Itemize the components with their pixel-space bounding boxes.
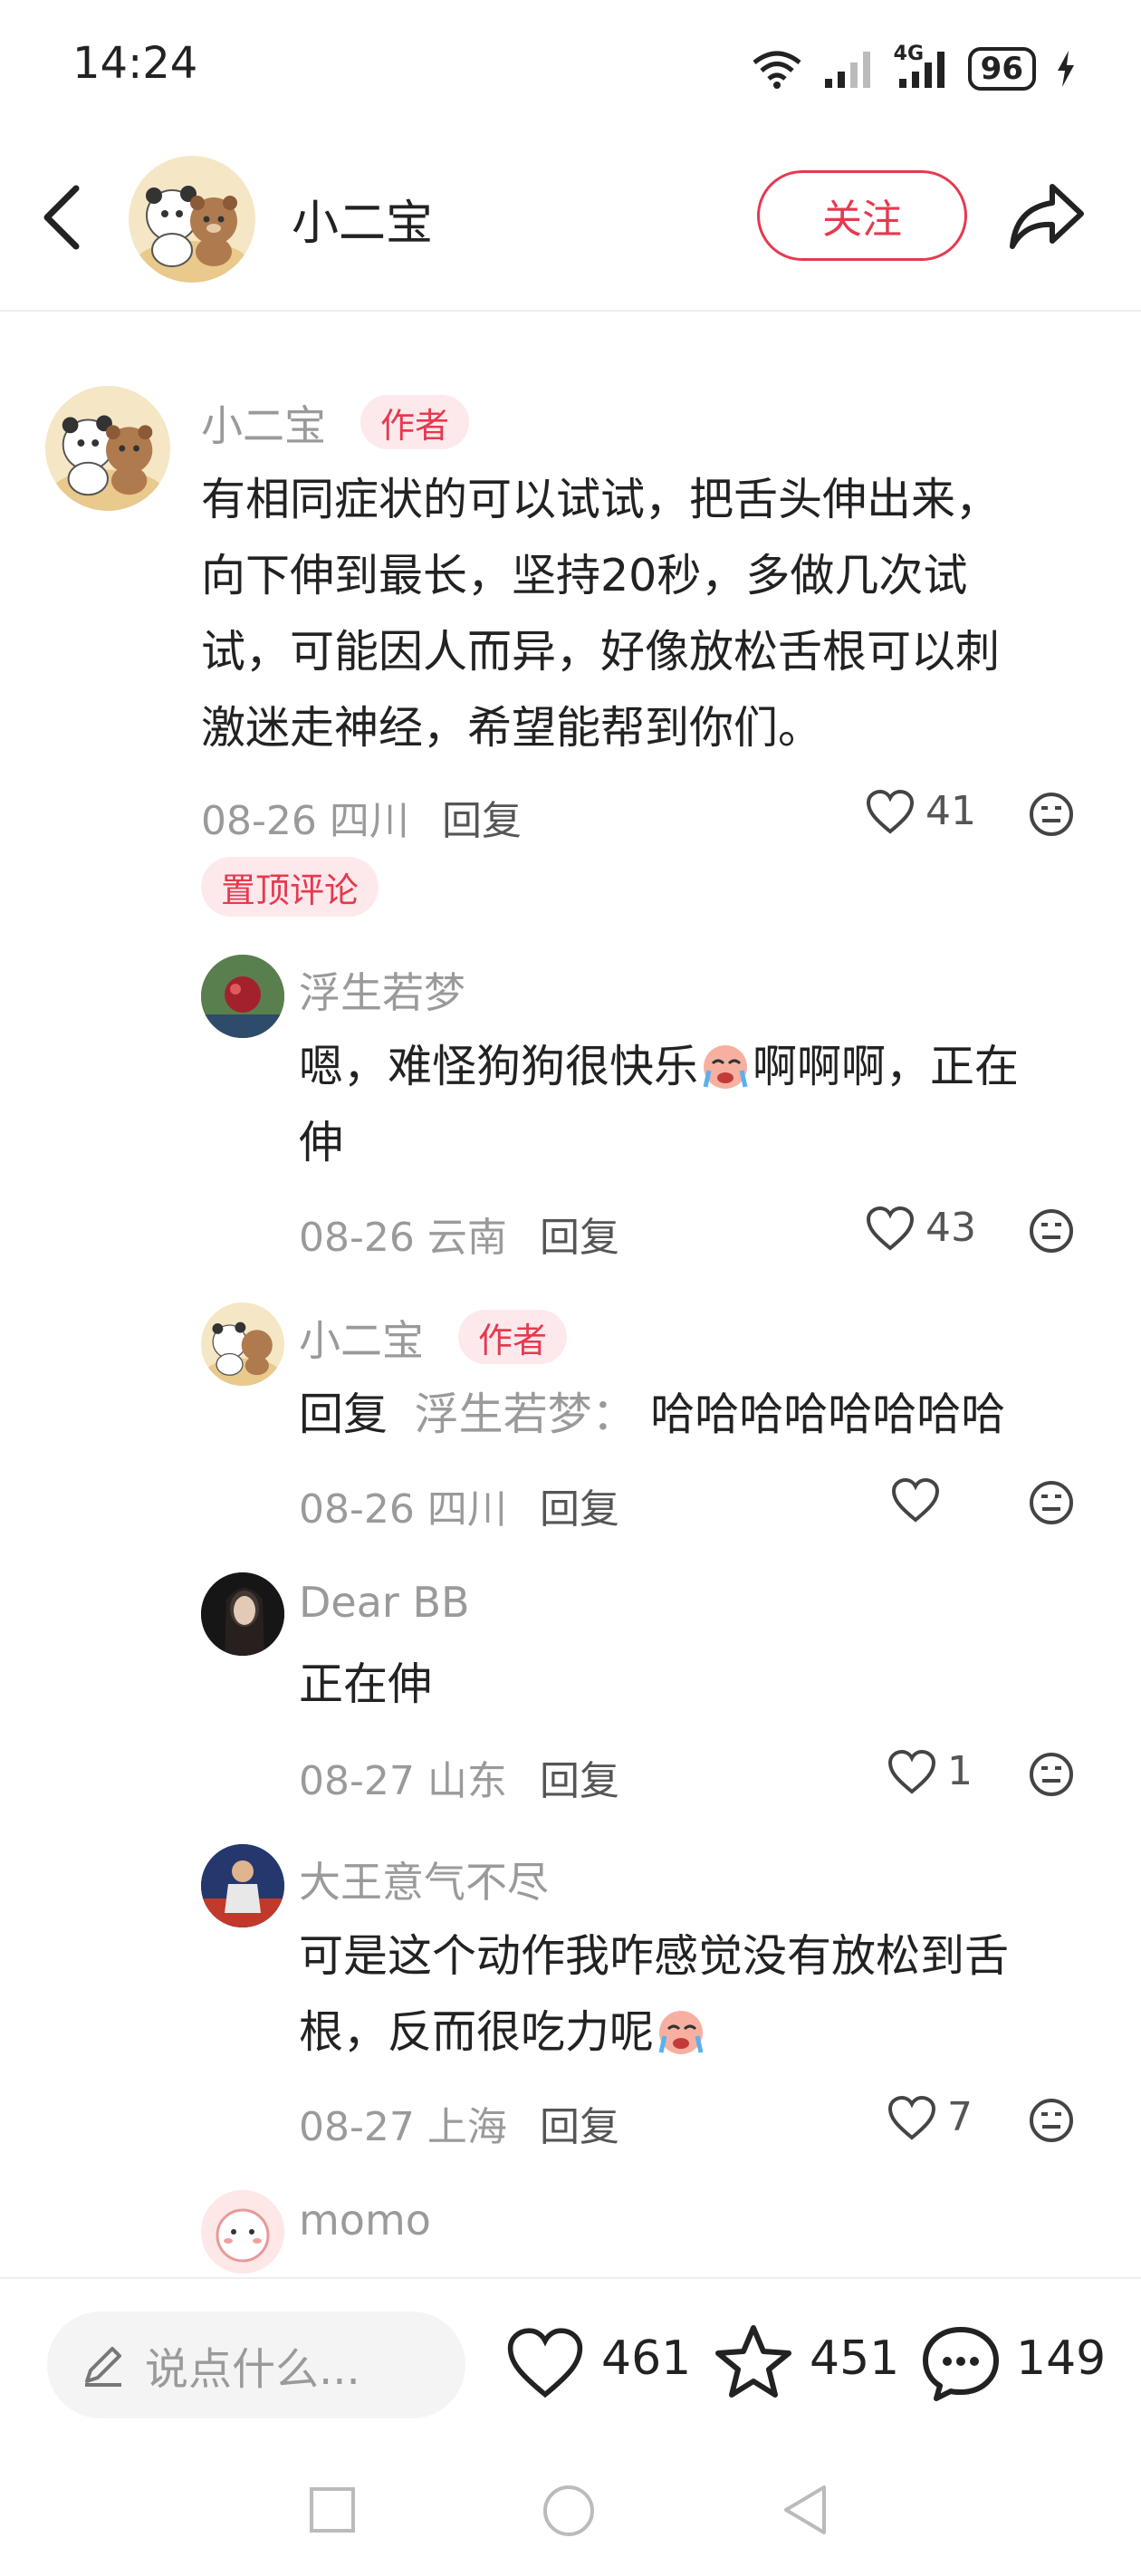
signal-4g-icon: 4G: [894, 43, 948, 90]
like-icon[interactable]: [891, 1478, 940, 1523]
comment-date-location: 08-26 四川: [201, 798, 409, 844]
status-icons: 4G 96: [751, 43, 1076, 94]
reply-date-location: 08-27 上海: [299, 2104, 507, 2150]
crying-emoji-icon: [658, 2011, 704, 2054]
recent-apps-icon[interactable]: [308, 2485, 357, 2534]
dislike-emoji-icon[interactable]: [1029, 792, 1074, 837]
comment-text-line: 激迷走神经，希望能帮到你们。: [201, 702, 823, 754]
flower-avatar-art: [201, 955, 284, 1038]
comment-username[interactable]: 小二宝: [201, 393, 326, 453]
author-badge: 作者: [458, 1310, 568, 1364]
reply-username[interactable]: 浮生若梦: [299, 960, 465, 1020]
like-icon[interactable]: [887, 2096, 936, 2141]
wifi-icon: [753, 51, 801, 89]
comment-input[interactable]: 说点什么...: [47, 2312, 465, 2418]
status-time: 14:24: [72, 38, 198, 89]
reply-button[interactable]: 回复: [540, 1748, 619, 1806]
home-icon[interactable]: [542, 2484, 596, 2538]
reply-avatar[interactable]: [201, 1302, 284, 1386]
comment-bubble-icon[interactable]: [920, 2324, 1002, 2402]
charging-icon: [1058, 51, 1074, 87]
author-badge: 作者: [360, 395, 470, 449]
reply-username[interactable]: Dear BB: [299, 1578, 470, 1627]
reply-username[interactable]: 小二宝: [299, 1308, 424, 1368]
reply-text-line: 伸: [299, 1117, 344, 1168]
dislike-emoji-icon[interactable]: [1029, 1480, 1074, 1525]
reply-text: 嗯，难怪狗狗很快乐 啊啊啊，正在 伸: [299, 1029, 1096, 1181]
reply-date-location: 08-27 山东: [299, 1758, 507, 1804]
reply-avatar[interactable]: [201, 2190, 284, 2273]
like-count: 7: [947, 2094, 973, 2140]
comment-text-line: 向下伸到最长，坚持20秒，多做几次试: [201, 550, 968, 601]
reply-button[interactable]: 回复: [540, 1205, 619, 1263]
signal-icon: [824, 52, 870, 88]
reply-text: 可是这个动作我咋感觉没有放松到舌 根，反而很吃力呢: [299, 1918, 1096, 2071]
reply-avatar[interactable]: [201, 955, 284, 1038]
panda-bear-avatar-art: [206, 1322, 280, 1386]
star-count: 451: [810, 2331, 900, 2386]
like-count: 1: [947, 1748, 973, 1794]
reply-text-part: 啊啊啊，正在: [753, 1041, 1020, 1092]
like-count: 461: [601, 2331, 692, 2386]
comment-avatar[interactable]: [45, 386, 170, 511]
page-title[interactable]: 小二宝: [292, 185, 433, 253]
reply-text: 回复 浮生若梦： 哈哈哈哈哈哈哈哈: [299, 1377, 1114, 1453]
like-icon[interactable]: [887, 1750, 936, 1795]
back-nav-icon[interactable]: [781, 2482, 829, 2538]
reply-text-part: 哈哈哈哈哈哈哈哈: [650, 1389, 1006, 1440]
like-count: 41: [925, 788, 976, 834]
reply-button[interactable]: 回复: [540, 1476, 619, 1534]
pencil-icon: [85, 2347, 121, 2387]
reply-avatar[interactable]: [201, 1572, 284, 1656]
pinned-comment-badge: 置顶评论: [201, 857, 379, 917]
like-count: 43: [925, 1205, 976, 1251]
reply-to-user[interactable]: 浮生若梦：: [415, 1389, 637, 1440]
reply-date-location: 08-26 四川: [299, 1486, 507, 1533]
back-icon[interactable]: [40, 185, 85, 250]
reply-username[interactable]: momo: [299, 2196, 431, 2244]
reply-prefix: 回复: [299, 1389, 388, 1440]
star-icon[interactable]: [714, 2322, 793, 2400]
like-icon[interactable]: [866, 1206, 915, 1252]
dislike-emoji-icon[interactable]: [1029, 2098, 1074, 2143]
reply-text-part: 根，反而很吃力呢: [299, 2006, 655, 2058]
reply-username[interactable]: 大王意气不尽: [299, 1850, 549, 1909]
comment-input-placeholder: 说点什么...: [145, 2344, 360, 2395]
comment-count: 149: [1016, 2331, 1107, 2386]
comment-text-line: 试，可能因人而异，好像放松舌根可以刺: [201, 626, 1001, 678]
dislike-emoji-icon[interactable]: [1029, 1752, 1074, 1797]
sports-avatar-art: [201, 1844, 284, 1927]
panda-bear-avatar-art: [136, 186, 248, 283]
reply-date-location: 08-26 云南: [299, 1215, 507, 1261]
like-icon[interactable]: [866, 790, 915, 835]
battery-indicator: 96: [967, 47, 1036, 91]
cartoon-avatar-art: [201, 2190, 284, 2273]
reply-text: 正在伸: [299, 1658, 433, 1710]
portrait-avatar-art: [201, 1572, 284, 1656]
reply-button[interactable]: 回复: [540, 2094, 619, 2152]
reply-button[interactable]: 回复: [442, 788, 522, 846]
reply-avatar[interactable]: [201, 1844, 284, 1927]
panda-bear-avatar-art: [52, 415, 164, 511]
reply-text-line: 可是这个动作我咋感觉没有放松到舌: [299, 1930, 1010, 1982]
header-divider: [0, 310, 1141, 312]
comment-body: 有相同症状的可以试试，把舌头伸出来， 向下伸到最长，坚持20秒，多做几次试 试，…: [201, 462, 1107, 766]
crying-emoji-icon: [703, 1045, 748, 1089]
network-label: 4G: [893, 43, 925, 65]
header-avatar[interactable]: [129, 156, 255, 283]
follow-button[interactable]: 关注: [757, 170, 967, 261]
reply-text-part: 嗯，难怪狗狗很快乐: [299, 1041, 699, 1092]
dislike-emoji-icon[interactable]: [1029, 1208, 1074, 1254]
like-icon[interactable]: [505, 2328, 585, 2400]
comment-text-line: 有相同症状的可以试试，把舌头伸出来，: [201, 474, 1001, 525]
share-icon[interactable]: [1009, 181, 1085, 252]
bottom-divider: [0, 2277, 1141, 2279]
battery-level: 96: [980, 51, 1023, 87]
